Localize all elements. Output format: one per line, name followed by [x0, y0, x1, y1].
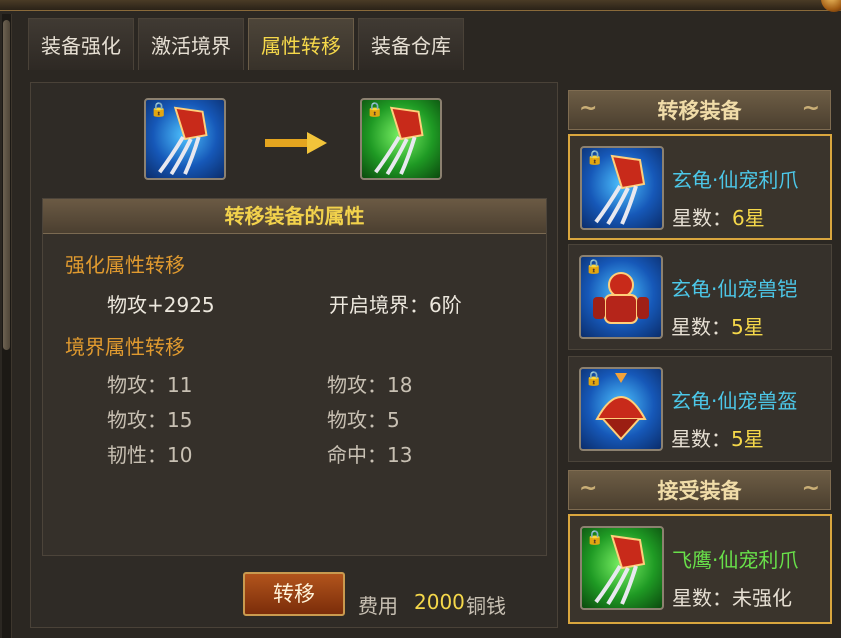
- equipment-thumbnail: 🔒: [580, 146, 664, 230]
- lock-icon: 🔒: [586, 150, 604, 166]
- stars-value: 5星: [731, 315, 764, 339]
- source-equipment-item[interactable]: 🔒 玄龟·仙宠利爪 星数：6星: [568, 134, 832, 240]
- stars-label: 星数：: [672, 206, 732, 230]
- stars-value: 6星: [732, 206, 765, 230]
- window-frame-top: [0, 0, 841, 11]
- scrollbar[interactable]: [2, 14, 12, 638]
- lock-icon: 🔒: [586, 530, 604, 546]
- source-equipment-slot[interactable]: 🔒: [144, 98, 226, 180]
- source-equipment-item[interactable]: 🔒 玄龟·仙宠兽铠 星数：5星: [568, 244, 832, 350]
- cost-value: 2000: [414, 590, 465, 614]
- source-equipment-item[interactable]: 🔒 玄龟·仙宠兽盔 星数：5星: [568, 356, 832, 462]
- stars-value: 5星: [731, 427, 764, 451]
- item-stars: 星数：6星: [672, 202, 765, 231]
- item-stars: 星数：5星: [671, 423, 764, 452]
- stars-value: 未强化: [732, 586, 792, 610]
- tab-equip-enhance[interactable]: 装备强化: [28, 18, 134, 70]
- tab-activate-realm[interactable]: 激活境界: [138, 18, 244, 70]
- realm-open-value: 开启境界：6阶: [329, 293, 462, 317]
- item-stars: 星数：未强化: [672, 582, 792, 611]
- right-arrow-icon: [265, 132, 327, 154]
- tab-equip-warehouse[interactable]: 装备仓库: [358, 18, 464, 70]
- attribute-panel: 转移装备的属性 强化属性转移 物攻+2925 开启境界：6阶 境界属性转移 物攻…: [42, 198, 547, 556]
- cost-unit: 铜钱: [466, 594, 506, 618]
- realm-section-title: 境界属性转移: [65, 335, 185, 359]
- stars-label: 星数：: [671, 427, 731, 451]
- realm-attr: 物攻：11: [107, 373, 193, 397]
- item-name: 玄龟·仙宠利爪: [672, 168, 799, 192]
- realm-attr: 韧性：10: [107, 443, 193, 467]
- item-name: 玄龟·仙宠兽盔: [671, 389, 798, 413]
- source-equipment-header: 转移装备: [568, 89, 831, 130]
- target-equipment-header: 接受装备: [568, 469, 831, 510]
- enhance-attack-value: 物攻+2925: [107, 293, 215, 317]
- realm-attr: 物攻：5: [327, 408, 400, 432]
- item-stars: 星数：5星: [671, 311, 764, 340]
- item-name: 飞鹰·仙宠利爪: [672, 548, 799, 572]
- target-equipment-slot[interactable]: 🔒: [360, 98, 442, 180]
- tab-attribute-transfer[interactable]: 属性转移: [248, 18, 354, 70]
- realm-attr: 物攻：18: [327, 373, 413, 397]
- realm-attr: 命中：13: [327, 443, 413, 467]
- lock-icon: 🔒: [585, 259, 603, 275]
- realm-attr: 物攻：15: [107, 408, 193, 432]
- equipment-thumbnail: 🔒: [580, 526, 664, 610]
- scroll-thumb[interactable]: [3, 20, 10, 350]
- lock-icon: 🔒: [150, 102, 168, 118]
- equipment-thumbnail: 🔒: [579, 255, 663, 339]
- enhance-section-title: 强化属性转移: [65, 253, 185, 277]
- tab-bar: 装备强化 激活境界 属性转移 装备仓库: [28, 18, 464, 70]
- target-equipment-item[interactable]: 🔒 飞鹰·仙宠利爪 星数：未强化: [568, 514, 832, 624]
- item-name: 玄龟·仙宠兽铠: [671, 277, 798, 301]
- lock-icon: 🔒: [585, 371, 603, 387]
- cost-label: 费用: [358, 594, 398, 618]
- transfer-button[interactable]: 转移: [243, 572, 345, 616]
- equipment-thumbnail: 🔒: [579, 367, 663, 451]
- attribute-panel-title: 转移装备的属性: [43, 199, 546, 234]
- lock-icon: 🔒: [366, 102, 384, 118]
- stars-label: 星数：: [671, 315, 731, 339]
- stars-label: 星数：: [672, 586, 732, 610]
